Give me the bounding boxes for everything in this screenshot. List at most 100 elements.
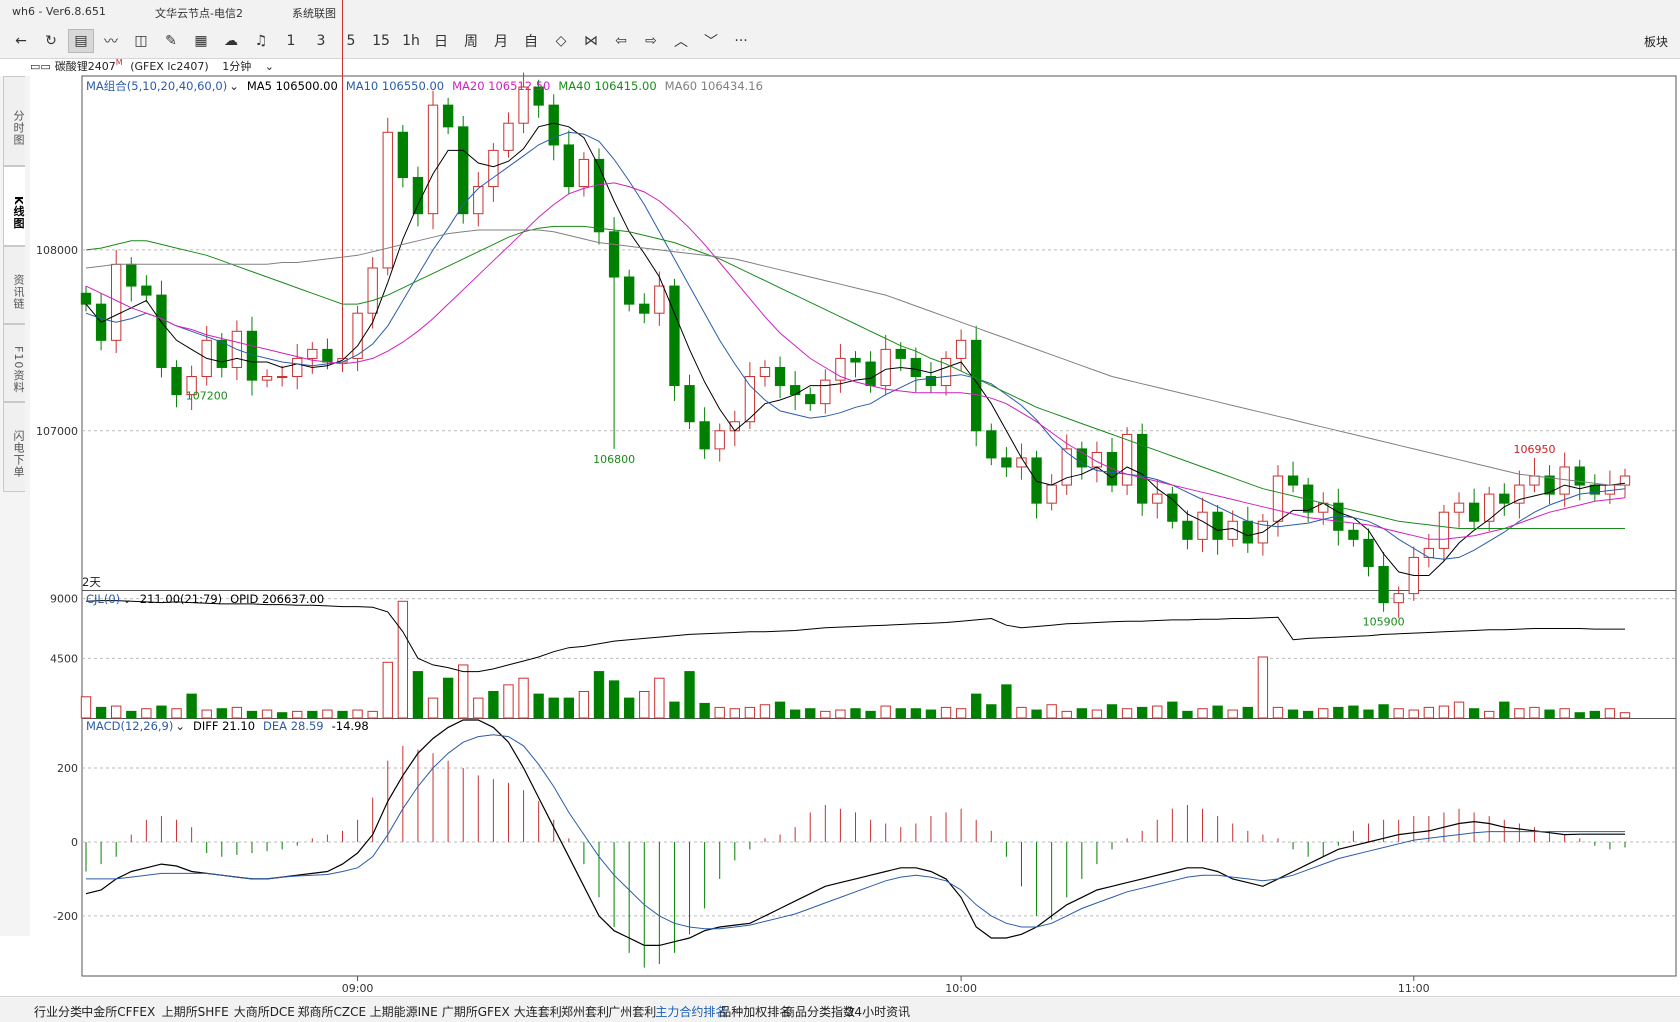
volume-bar <box>1318 708 1329 719</box>
candle-icon[interactable]: ◫ <box>128 29 154 53</box>
candle-body <box>156 294 167 368</box>
tab-timeshare[interactable]: 分时图 <box>3 76 25 166</box>
candle-body <box>367 267 378 314</box>
price-annotation: 105900 <box>1363 616 1405 629</box>
system-menu[interactable]: 系统联图 <box>292 5 336 21</box>
volume-bar <box>1031 709 1042 719</box>
candle-body <box>1136 433 1148 504</box>
chevron-down-icon[interactable]: ⌄ <box>175 719 185 733</box>
cloud-icon[interactable]: ☁ <box>218 29 244 53</box>
bell-icon[interactable]: ♫ <box>248 29 274 53</box>
ma-legend: MA组合(5,10,20,40,60,0) ⌄ MA5 106500.00 MA10 … <box>86 78 771 94</box>
volume-bar <box>1227 709 1238 719</box>
volume-bar <box>925 709 937 719</box>
left-icon[interactable]: ⇦ <box>608 29 634 53</box>
zoom-out-icon[interactable]: ⋈ <box>578 29 604 53</box>
bottom-tab[interactable]: 郑州套利 <box>561 1003 609 1020</box>
right-icon[interactable]: ⇨ <box>638 29 664 53</box>
legend-item[interactable]: MA组合(5,10,20,40,60,0) <box>86 79 227 93</box>
chevron-down-icon[interactable]: ⌄ <box>122 592 132 606</box>
bottom-tab[interactable]: 中金所CFFEX <box>81 1003 155 1020</box>
candle-body <box>231 330 243 368</box>
volume-bar <box>186 693 197 719</box>
period-week-button[interactable]: 周 <box>458 29 484 53</box>
volume-bar <box>171 708 182 719</box>
legend-item[interactable]: CJL(0) <box>86 592 120 606</box>
volume-bar <box>986 704 997 719</box>
period-15-button[interactable]: 15 <box>368 29 394 53</box>
volume-bar <box>533 693 544 719</box>
server-node[interactable]: 文华云节点-电信2 <box>155 5 243 21</box>
tab-kline[interactable]: K线图 <box>3 166 25 246</box>
bottom-tab[interactable]: 大商所DCE <box>234 1003 295 1020</box>
down-icon[interactable]: ﹀ <box>698 29 724 53</box>
layout-icon[interactable]: ▦ <box>188 29 214 53</box>
bottom-tab[interactable]: 品种加权排名 <box>719 1003 791 1020</box>
y-tick-label: 4500 <box>50 652 78 665</box>
candle-body <box>684 385 695 423</box>
volume-bar <box>699 702 710 719</box>
legend-item: -14.98 <box>331 719 369 733</box>
candle-body <box>1499 493 1510 504</box>
bottom-tab[interactable]: 主力合约排名 <box>655 1003 727 1020</box>
more-icon[interactable]: ··· <box>728 29 754 53</box>
volume-bar <box>307 710 318 719</box>
candle-body <box>789 385 801 396</box>
draw-icon[interactable]: ✎ <box>158 29 184 53</box>
bottom-tab[interactable]: 广州套利 <box>608 1003 656 1020</box>
volume-bar <box>759 704 771 719</box>
bottom-tab[interactable]: 大连套利 <box>514 1003 562 1020</box>
chevron-down-icon[interactable]: ⌄ <box>229 79 239 93</box>
up-icon[interactable]: ︿ <box>668 29 694 53</box>
candle-body <box>1046 484 1057 504</box>
candle-body <box>1182 520 1193 540</box>
candle-body <box>1242 520 1253 544</box>
period-1-button[interactable]: 1 <box>278 29 304 53</box>
tab-f10[interactable]: F10资料 <box>3 324 25 402</box>
candle-body <box>835 357 846 381</box>
candle-body <box>1559 466 1570 495</box>
bottom-tab[interactable]: 郑商所CZCE <box>298 1003 367 1020</box>
legend-item: OPID 206637.00 <box>230 592 325 606</box>
tab-quick-order[interactable]: 闪电下单 <box>3 402 25 492</box>
candle-body <box>805 394 816 405</box>
candle-body <box>292 357 303 378</box>
line-chart-icon[interactable]: 〰 <box>98 29 124 53</box>
candle-body <box>1167 493 1178 522</box>
bottom-tab[interactable]: 商品分类指数 <box>783 1003 855 1020</box>
candle-body <box>623 276 635 305</box>
candle-body <box>1423 547 1435 558</box>
refresh-icon[interactable]: ↻ <box>38 29 64 53</box>
period-3-button[interactable]: 3 <box>308 29 334 53</box>
volume-bar <box>1438 705 1450 719</box>
candle-body <box>1468 502 1480 522</box>
volume-bar <box>518 677 529 719</box>
volume-bar <box>1272 706 1284 719</box>
list-icon[interactable]: ▤ <box>68 29 94 53</box>
tab-news[interactable]: 资讯链 <box>3 246 25 324</box>
candle-body <box>1529 475 1540 486</box>
back-icon[interactable]: ← <box>8 29 34 53</box>
bottom-tab[interactable]: 上期能源INE <box>370 1003 438 1020</box>
period-5-button[interactable]: 5 <box>338 29 364 53</box>
period-select[interactable]: 1分钟 ⌄ <box>222 60 284 73</box>
bottom-tab[interactable]: 24小时资讯 <box>847 1003 910 1020</box>
legend-item: MA5 106500.00 <box>246 79 338 93</box>
zoom-in-icon[interactable]: ◇ <box>548 29 574 53</box>
period-1h-button[interactable]: 1h <box>398 29 424 53</box>
candle-body <box>850 357 861 363</box>
candle-body <box>1333 502 1344 531</box>
period-custom-button[interactable]: 自 <box>518 29 544 53</box>
period-month-button[interactable]: 月 <box>488 29 514 53</box>
candle-body <box>1363 538 1374 567</box>
volume-bar <box>1182 710 1193 719</box>
candle-body <box>910 357 922 378</box>
volume-bar <box>1152 705 1163 719</box>
bottom-tab[interactable]: 行业分类 <box>34 1003 82 1020</box>
period-day-button[interactable]: 日 <box>428 29 454 53</box>
sector-button[interactable]: 板块 <box>1644 33 1668 50</box>
bottom-tab[interactable]: 广期所GFEX <box>442 1003 510 1020</box>
bottom-tab[interactable]: 上期所SHFE <box>162 1003 229 1020</box>
volume-bar <box>1257 656 1269 719</box>
legend-item[interactable]: MACD(12,26,9) <box>86 719 173 733</box>
